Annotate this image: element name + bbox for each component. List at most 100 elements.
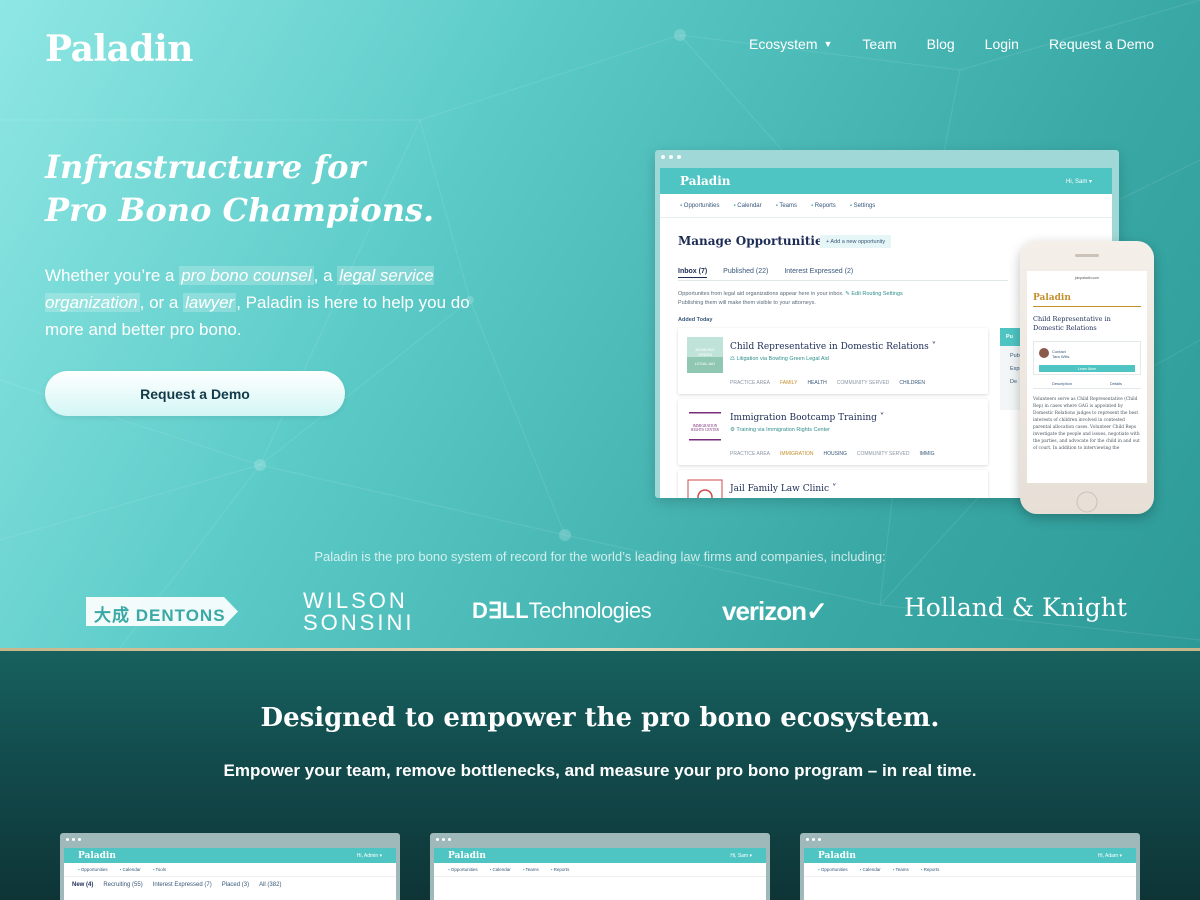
screenshot-card: Paladin Hi, Admin ▾ Opportunities Calendar… (60, 833, 400, 900)
mini-screen: Paladin Hi, Adam ▾ Opportunities Calendar T… (804, 848, 1136, 900)
family-law-logo (687, 479, 723, 498)
mini-header: Paladin Hi, Sam ▾ (434, 848, 766, 863)
card-subtitle: ⚖ Litigation via Bowling Green Legal Aid (730, 356, 829, 362)
verizon-logo: verizon✓ (722, 596, 828, 626)
mini-brand: Paladin (448, 850, 486, 861)
meta-tag: HOUSING (823, 451, 847, 457)
mini-nav-item: Calendar (490, 867, 510, 872)
mini-brand: Paladin (818, 850, 856, 861)
meta-label: COMMUNITY SERVED (856, 451, 910, 457)
contact-name: Tara Wills (1052, 354, 1070, 359)
mockup-nav-item: Calendar (733, 203, 761, 209)
bowling-green-logo: BOWLING GREEN LEGAL AID (687, 337, 723, 373)
mockup-user-menu: Hi, Sam ▾ (1065, 178, 1092, 185)
card-subtitle: ⚙ Training via Immigration Rights Center (730, 427, 830, 433)
hero-lead: Whether you’re a pro bono counsel, a leg… (45, 262, 490, 343)
nav-ecosystem-label: Ecosystem (749, 36, 818, 52)
mockup-header: Paladin Hi, Sam ▾ (660, 168, 1112, 194)
nav-ecosystem[interactable]: Ecosystem ▼ (749, 36, 832, 52)
svg-text:GREEN: GREEN (698, 352, 712, 357)
lead-text: , or a (139, 293, 184, 312)
mini-nav: Opportunities Calendar Tools (64, 863, 396, 877)
lead-text: Whether you’re a (45, 266, 180, 285)
mini-nav-item: Opportunities (448, 867, 478, 872)
window-dots (661, 155, 681, 159)
added-today-label: Added Today (678, 317, 713, 323)
mini-user: Hi, Adam ▾ (1097, 852, 1122, 859)
trust-statement: Paladin is the pro bono system of record… (314, 549, 886, 564)
phone-tab-description: Description (1051, 381, 1072, 386)
window-dots (66, 838, 81, 841)
meta-label: PRACTICE AREA (730, 451, 771, 457)
mini-nav-item: Tools (153, 867, 167, 872)
nav-blog[interactable]: Blog (927, 36, 955, 52)
mini-nav-item: Opportunities (818, 867, 848, 872)
svg-text:RIGHTS CENTER: RIGHTS CENTER (691, 428, 719, 432)
window-dots (436, 838, 451, 841)
mockup-tab-inbox: Inbox (7) (678, 268, 708, 278)
learn-more-button: Learn More (1039, 365, 1135, 372)
mini-tab: Interest Expressed (7) (152, 882, 212, 888)
meta-tag: HEALTH (807, 380, 827, 386)
mockup-nav-item: Settings (850, 203, 876, 209)
window-dots (806, 838, 821, 841)
mini-nav-item: Teams (523, 867, 539, 872)
phone-body-text: Volunteers serve as Child Representative… (1033, 397, 1140, 451)
home-button-icon (1076, 491, 1098, 513)
lead-highlight-counsel: pro bono counsel (179, 266, 314, 285)
nav-team[interactable]: Team (862, 36, 896, 52)
mini-nav-item: Calendar (120, 867, 140, 872)
mini-tab: New (4) (72, 882, 94, 888)
divider (678, 280, 1008, 281)
hero-headline: Infrastructure for Pro Bono Champions. (45, 146, 434, 232)
dell-wordmark: D∃LL (472, 598, 529, 623)
lead-text: , a (313, 266, 338, 285)
mini-header: Paladin Hi, Adam ▾ (804, 848, 1136, 863)
nav-request-demo[interactable]: Request a Demo (1049, 36, 1154, 52)
mini-nav-item: Opportunities (78, 867, 108, 872)
phone-tabs: Description Details (1033, 381, 1141, 389)
divider (1033, 306, 1141, 307)
mockup-tab-interest: Interest Expressed (2) (784, 268, 854, 275)
mockup-nav-item: Teams (776, 203, 797, 209)
mockup-brand: Paladin (680, 174, 731, 188)
meta-tag: CHILDREN (899, 380, 925, 386)
card-title: Child Representative in Domestic Relatio… (730, 342, 937, 352)
mini-nav-item: Reports (921, 867, 940, 872)
phone-screen: joinpaladin.com Paladin Child Representa… (1027, 271, 1147, 483)
mockup-info: Opportunites from legal aid organization… (678, 290, 978, 308)
nav-login[interactable]: Login (985, 36, 1019, 52)
ecosystem-section: Designed to empower the pro bono ecosyst… (0, 651, 1200, 900)
mini-nav: Opportunities Calendar Teams Reports (804, 863, 1136, 877)
svg-text:LEGAL AID: LEGAL AID (695, 361, 715, 366)
phone-url: joinpaladin.com (1074, 276, 1100, 280)
opportunity-card: BOWLING GREEN LEGAL AID Child Representa… (678, 328, 988, 394)
phone-contact-card: Contact Tara Wills Learn More (1033, 341, 1141, 375)
immigration-rights-logo: IMMIGRATION RIGHTS CENTER (687, 408, 723, 444)
card-meta: PRACTICE AREA FAMILY HEALTH COMMUNITY SE… (730, 380, 925, 386)
mini-nav-item: Teams (893, 867, 909, 872)
lead-highlight-lawyer: lawyer (183, 293, 237, 312)
mini-tabs: New (4) Recruiting (55) Interest Express… (64, 877, 396, 893)
mini-header: Paladin Hi, Admin ▾ (64, 848, 396, 863)
wilson-sonsini-logo: WILSON SONSINI (303, 590, 414, 634)
holland-knight-logo: Holland & Knight (904, 593, 1127, 622)
wilson-line: WILSON (303, 588, 408, 613)
mockup-add-button: + Add a new opportunity (820, 235, 892, 248)
mini-nav-item: Calendar (860, 867, 880, 872)
opportunity-card: IMMIGRATION RIGHTS CENTER Immigration Bo… (678, 399, 988, 465)
phone-tab-details: Details (1109, 381, 1123, 386)
phone-mockup: joinpaladin.com Paladin Child Representa… (1020, 241, 1154, 514)
mini-nav: Opportunities Calendar Teams Reports (434, 863, 766, 877)
info-text: Opportunites from legal aid organization… (678, 291, 844, 297)
paladin-logo[interactable]: Paladin (45, 28, 193, 70)
card-title: Immigration Bootcamp Training ˅ (730, 413, 885, 423)
dell-technologies-logo: D∃LLTechnologies (472, 598, 652, 624)
meta-label: COMMUNITY SERVED (836, 380, 890, 386)
caret-down-icon: ▼ (823, 39, 833, 49)
request-demo-button[interactable]: Request a Demo (45, 371, 345, 416)
hero-headline-line2: Pro Bono Champions. (45, 191, 435, 229)
technologies-wordmark: Technologies (528, 598, 652, 623)
mini-nav-item: Reports (551, 867, 570, 872)
mockup-nav: Opportunities Calendar Teams Reports Set… (660, 194, 1112, 218)
